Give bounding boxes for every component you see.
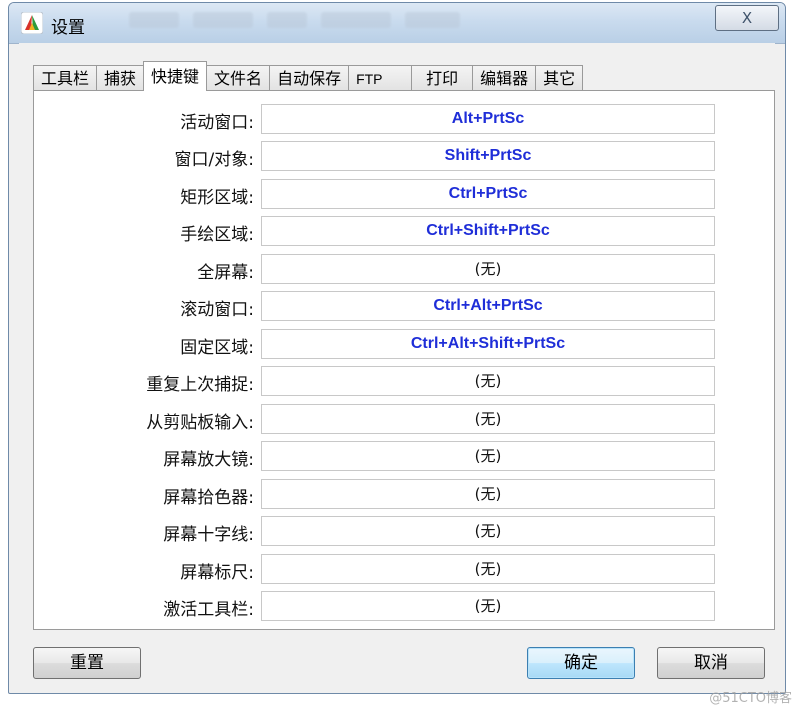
cancel-button[interactable]: 取消 [657, 647, 765, 679]
hotkey-field-color-picker[interactable]: (无) [261, 479, 715, 509]
hotkey-field-magnifier[interactable]: (无) [261, 441, 715, 471]
window-title: 设置 [51, 18, 85, 38]
tab-editor[interactable]: 编辑器 [472, 65, 537, 91]
hotkey-row-magnifier: 屏幕放大镜: (无) [34, 441, 774, 471]
hotkey-row-activate-toolbar: 激活工具栏: (无) [34, 591, 774, 621]
hotkey-row-rect-region: 矩形区域: Ctrl+PrtSc [34, 179, 774, 209]
hotkey-row-fixed-region: 固定区域: Ctrl+Alt+Shift+PrtSc [34, 329, 774, 359]
hotkey-label: 窗口/对象: [174, 150, 254, 170]
hotkey-row-repeat-last: 重复上次捕捉: (无) [34, 366, 774, 396]
title-bar: 设置 X [9, 3, 785, 44]
hotkey-field-ruler[interactable]: (无) [261, 554, 715, 584]
hotkey-field-fixed-region[interactable]: Ctrl+Alt+Shift+PrtSc [261, 329, 715, 359]
hotkey-field-crosshair[interactable]: (无) [261, 516, 715, 546]
hotkey-row-active-window: 活动窗口: Alt+PrtSc [34, 104, 774, 134]
tab-print[interactable]: 打印 [411, 65, 474, 91]
hotkey-label: 屏幕拾色器: [163, 488, 254, 508]
hotkey-row-scrolling-window: 滚动窗口: Ctrl+Alt+PrtSc [34, 291, 774, 321]
hotkey-row-ruler: 屏幕标尺: (无) [34, 554, 774, 584]
tab-toolbar[interactable]: 工具栏 [33, 65, 98, 91]
hotkey-field-repeat-last[interactable]: (无) [261, 366, 715, 396]
tab-filename[interactable]: 文件名 [206, 65, 271, 91]
hotkey-label: 从剪贴板输入: [146, 413, 254, 433]
hotkey-field-activate-toolbar[interactable]: (无) [261, 591, 715, 621]
background-taskbar-blur [129, 7, 549, 33]
hotkey-label: 全屏幕: [197, 263, 254, 283]
hotkey-field-rect-region[interactable]: Ctrl+PrtSc [261, 179, 715, 209]
hotkeys-panel: 活动窗口: Alt+PrtSc 窗口/对象: Shift+PrtSc 矩形区域:… [33, 90, 775, 630]
hotkey-label: 滚动窗口: [180, 300, 254, 320]
hotkey-label: 屏幕十字线: [163, 525, 254, 545]
hotkey-row-from-clipboard: 从剪贴板输入: (无) [34, 404, 774, 434]
hotkey-field-scrolling-window[interactable]: Ctrl+Alt+PrtSc [261, 291, 715, 321]
hotkey-field-freehand-region[interactable]: Ctrl+Shift+PrtSc [261, 216, 715, 246]
close-button[interactable]: X [715, 5, 779, 31]
hotkey-label: 活动窗口: [180, 113, 254, 133]
tab-ftp[interactable]: FTP [348, 65, 413, 91]
hotkey-label: 固定区域: [180, 338, 254, 358]
hotkey-field-fullscreen[interactable]: (无) [261, 254, 715, 284]
tab-other[interactable]: 其它 [535, 65, 584, 91]
hotkey-row-window-object: 窗口/对象: Shift+PrtSc [34, 141, 774, 171]
hotkey-row-fullscreen: 全屏幕: (无) [34, 254, 774, 284]
reset-button[interactable]: 重置 [33, 647, 141, 679]
tab-hotkeys[interactable]: 快捷键 [143, 61, 208, 91]
hotkey-label: 重复上次捕捉: [146, 375, 254, 395]
hotkey-field-window-object[interactable]: Shift+PrtSc [261, 141, 715, 171]
hotkey-label: 屏幕放大镜: [163, 450, 254, 470]
tab-strip: 工具栏 捕获 快捷键 文件名 自动保存 FTP 打印 编辑器 其它 [33, 61, 584, 91]
hotkey-row-crosshair: 屏幕十字线: (无) [34, 516, 774, 546]
hotkey-label: 激活工具栏: [163, 600, 254, 620]
close-icon: X [741, 9, 753, 27]
hotkey-field-from-clipboard[interactable]: (无) [261, 404, 715, 434]
hotkey-label: 手绘区域: [180, 225, 254, 245]
tab-capture[interactable]: 捕获 [96, 65, 145, 91]
ok-button[interactable]: 确定 [527, 647, 635, 679]
hotkey-label: 矩形区域: [180, 188, 254, 208]
app-logo-icon [21, 12, 43, 34]
settings-dialog: 设置 X 工具栏 捕获 快捷键 文件名 自动保存 FTP 打印 编辑器 其它 活… [8, 2, 786, 694]
hotkey-field-active-window[interactable]: Alt+PrtSc [261, 104, 715, 134]
dialog-body: 工具栏 捕获 快捷键 文件名 自动保存 FTP 打印 编辑器 其它 活动窗口: … [19, 43, 775, 693]
hotkey-row-color-picker: 屏幕拾色器: (无) [34, 479, 774, 509]
hotkey-row-freehand-region: 手绘区域: Ctrl+Shift+PrtSc [34, 216, 774, 246]
hotkey-label: 屏幕标尺: [180, 563, 254, 583]
watermark: @51CTO博客 [709, 691, 792, 706]
tab-autosave[interactable]: 自动保存 [269, 65, 350, 91]
